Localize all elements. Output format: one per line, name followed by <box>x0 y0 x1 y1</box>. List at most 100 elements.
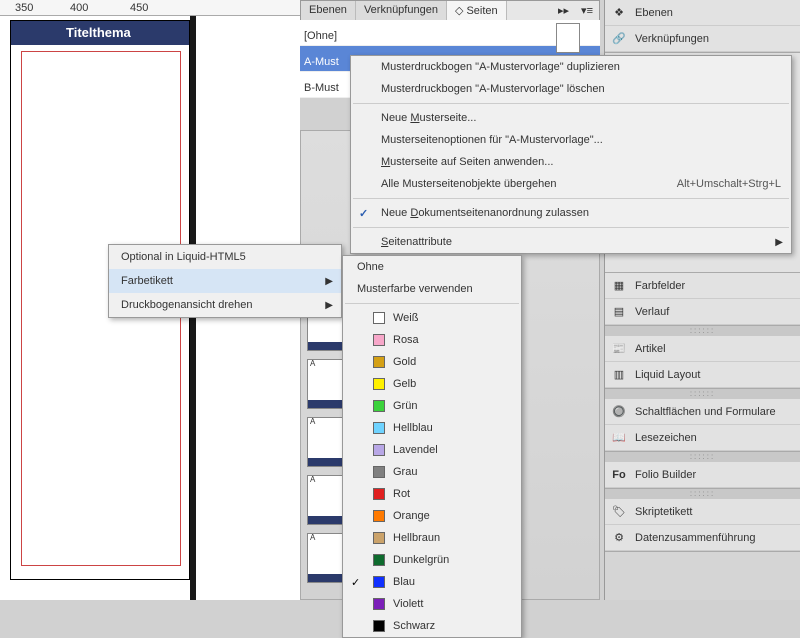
menu-allow-shuffle[interactable]: ✓ Neue Dokumentseitenanordnung zulassen <box>351 202 791 224</box>
dock-gripper[interactable]: :::::: <box>605 326 800 336</box>
dock-lesezeichen[interactable]: 📖 Lesezeichen <box>605 425 800 451</box>
pages-panel-context-menu: Musterdruckbogen "A-Mustervorlage" dupli… <box>350 55 792 254</box>
color-swatch <box>373 554 385 566</box>
color-option-rosa[interactable]: Rosa <box>343 329 521 351</box>
swatches-icon: ▦ <box>611 278 627 294</box>
tab-seiten-label: Seiten <box>466 5 497 17</box>
panel-menu-icon[interactable]: ▾≡ <box>575 1 599 20</box>
dock-label: Datenzusammenführung <box>635 532 755 544</box>
color-option-dunkelgrün[interactable]: Dunkelgrün <box>343 549 521 571</box>
dock-label: Verlauf <box>635 306 669 318</box>
dock-gripper[interactable]: :::::: <box>605 452 800 462</box>
dock-label: Schaltflächen und Formulare <box>635 406 776 418</box>
color-label: Gelb <box>393 378 416 390</box>
menu-label: Farbetikett <box>121 275 173 287</box>
master-none[interactable]: [Ohne] <box>300 20 600 46</box>
menu-color-label[interactable]: Farbetikett ▶ <box>109 269 341 293</box>
color-label: Dunkelgrün <box>393 554 449 566</box>
color-option-rot[interactable]: Rot <box>343 483 521 505</box>
color-option-weiß[interactable]: Weiß <box>343 307 521 329</box>
color-option-violett[interactable]: Violett <box>343 593 521 615</box>
ruler-tick: 450 <box>130 2 148 14</box>
menu-delete-master[interactable]: Musterdruckbogen "A-Mustervorlage" lösch… <box>351 78 791 100</box>
dock-folio[interactable]: Fo Folio Builder <box>605 462 800 488</box>
color-option-orange[interactable]: Orange <box>343 505 521 527</box>
menu-optional-liquid[interactable]: Optional in Liquid-HTML5 <box>109 245 341 269</box>
dock-schalt[interactable]: 🔘 Schaltflächen und Formulare <box>605 399 800 425</box>
color-label: Orange <box>393 510 430 522</box>
color-option-grün[interactable]: Grün <box>343 395 521 417</box>
dock-label: Artikel <box>635 343 666 355</box>
color-none[interactable]: Ohne <box>343 256 521 278</box>
dock-verknuepfungen[interactable]: 🔗 Verknüpfungen <box>605 26 800 52</box>
color-option-blau[interactable]: ✓Blau <box>343 571 521 593</box>
menu-page-attributes[interactable]: Seitenattribute ▶ <box>351 231 791 253</box>
dock-label: Ebenen <box>635 7 673 19</box>
dock-skriptetikett[interactable]: 🏷 Skriptetikett <box>605 499 800 525</box>
tab-seiten[interactable]: ◇ Seiten <box>447 1 507 20</box>
dock-verlauf[interactable]: ▤ Verlauf <box>605 299 800 325</box>
dock-label: Folio Builder <box>635 469 696 481</box>
dock-label: Farbfelder <box>635 280 685 292</box>
page-thumb[interactable]: A <box>307 533 343 583</box>
menu-separator <box>353 227 789 228</box>
menu-duplicate-master[interactable]: Musterdruckbogen "A-Mustervorlage" dupli… <box>351 56 791 78</box>
dock-label: Liquid Layout <box>635 369 700 381</box>
article-icon: 📰 <box>611 341 627 357</box>
page-thumb[interactable]: A <box>307 417 343 467</box>
menu-rotate-spread[interactable]: Druckbogenansicht drehen ▶ <box>109 293 341 317</box>
color-swatch <box>373 532 385 544</box>
panel-collapse-icon[interactable]: ▸▸ <box>552 1 575 20</box>
color-swatch <box>373 356 385 368</box>
color-label: Hellbraun <box>393 532 440 544</box>
menu-apply-master[interactable]: Musterseite auf Seiten anwenden... <box>351 151 791 173</box>
menu-master-options[interactable]: Musterseitenoptionen für "A-Mustervorlag… <box>351 129 791 151</box>
script-label-icon: 🏷 <box>611 504 627 520</box>
color-swatch <box>373 444 385 456</box>
master-none-thumb[interactable] <box>556 23 580 53</box>
color-use-master[interactable]: Musterfarbe verwenden <box>343 278 521 300</box>
horizontal-ruler: 350 400 450 <box>0 0 300 16</box>
color-option-schwarz[interactable]: Schwarz <box>343 615 521 637</box>
color-option-grau[interactable]: Grau <box>343 461 521 483</box>
dock-label: Lesezeichen <box>635 432 697 444</box>
color-swatch <box>373 312 385 324</box>
color-option-hellbraun[interactable]: Hellbraun <box>343 527 521 549</box>
menu-label: Alle Musterseitenobjekte übergehen <box>381 178 557 190</box>
color-swatch <box>373 378 385 390</box>
buttons-icon: 🔘 <box>611 404 627 420</box>
menu-separator <box>353 103 789 104</box>
dock-artikel[interactable]: 📰 Artikel <box>605 336 800 362</box>
dock-gripper[interactable]: :::::: <box>605 389 800 399</box>
dock-ebenen[interactable]: ❖ Ebenen <box>605 0 800 26</box>
color-label: Rosa <box>393 334 419 346</box>
page-thumb[interactable]: A <box>307 359 343 409</box>
color-option-hellblau[interactable]: Hellblau <box>343 417 521 439</box>
tab-verknuepfungen[interactable]: Verknüpfungen <box>356 1 447 20</box>
tab-ebenen[interactable]: Ebenen <box>301 1 356 20</box>
color-label: Grün <box>393 400 417 412</box>
color-swatch <box>373 620 385 632</box>
dock-gripper[interactable]: :::::: <box>605 489 800 499</box>
color-swatch <box>373 466 385 478</box>
color-option-gold[interactable]: Gold <box>343 351 521 373</box>
dock-daten[interactable]: ⚙ Datenzusammenführung <box>605 525 800 551</box>
color-label: Schwarz <box>393 620 435 632</box>
check-icon: ✓ <box>351 576 360 589</box>
color-option-gelb[interactable]: Gelb <box>343 373 521 395</box>
menu-override-all[interactable]: Alle Musterseitenobjekte übergehen Alt+U… <box>351 173 791 195</box>
color-option-lavendel[interactable]: Lavendel <box>343 439 521 461</box>
dock-liquid[interactable]: ▥ Liquid Layout <box>605 362 800 388</box>
check-icon: ✓ <box>359 207 368 220</box>
color-swatch <box>373 576 385 588</box>
data-merge-icon: ⚙ <box>611 530 627 546</box>
menu-separator <box>345 303 519 304</box>
menu-shortcut: Alt+Umschalt+Strg+L <box>677 178 781 190</box>
layers-icon: ❖ <box>611 5 627 21</box>
dock-farbfelder[interactable]: ▦ Farbfelder <box>605 273 800 299</box>
submenu-arrow-icon: ▶ <box>775 237 783 248</box>
color-label: Grau <box>393 466 417 478</box>
page-thumb[interactable]: A <box>307 475 343 525</box>
color-label: Hellblau <box>393 422 433 434</box>
menu-new-master[interactable]: Neue Musterseite... <box>351 107 791 129</box>
